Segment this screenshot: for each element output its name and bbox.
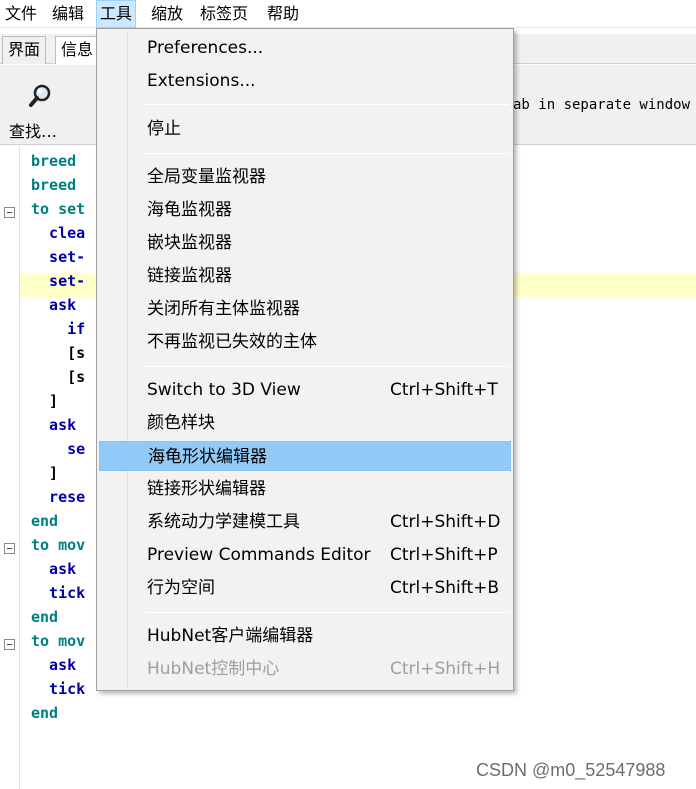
- code-line[interactable]: end: [31, 509, 58, 533]
- menu-item-shortcut: Ctrl+Shift+B: [390, 578, 500, 598]
- menu-item-halt[interactable]: 停止: [99, 114, 511, 144]
- menu-item-shortcut: Ctrl+Shift+H: [390, 659, 501, 679]
- menu-item-behaviorspace[interactable]: 行为空间 Ctrl+Shift+B: [99, 573, 511, 603]
- menu-item-label: 海龟形状编辑器: [148, 447, 267, 467]
- menu-item-shortcut: Ctrl+Shift+D: [390, 512, 501, 532]
- menu-item-label: 不再监视已失效的主体: [147, 332, 317, 352]
- menu-item-close-monitors-dead-agents[interactable]: 不再监视已失效的主体: [99, 327, 511, 357]
- menu-zoom[interactable]: 缩放: [148, 0, 186, 28]
- menu-item-link-monitor[interactable]: 链接监视器: [99, 261, 511, 291]
- menu-edit[interactable]: 编辑: [49, 0, 87, 28]
- code-line[interactable]: ask: [31, 293, 76, 317]
- menu-item-label: HubNet控制中心: [147, 659, 280, 679]
- code-line[interactable]: breed: [31, 149, 76, 173]
- menu-item-label: Preview Commands Editor: [147, 545, 371, 565]
- menu-item-preferences[interactable]: Preferences...: [99, 33, 511, 63]
- menu-separator: [145, 612, 509, 613]
- menu-separator: [145, 104, 509, 105]
- menu-file[interactable]: 文件: [2, 0, 40, 28]
- code-line[interactable]: tick: [31, 581, 85, 605]
- code-line[interactable]: tick: [31, 677, 85, 701]
- find-label: 查找…: [9, 122, 58, 141]
- menu-item-hubnet-control-center: HubNet控制中心 Ctrl+Shift+H: [99, 654, 511, 684]
- menu-item-shortcut: Ctrl+Shift+P: [390, 545, 498, 565]
- separate-window-label: ab in separate window: [513, 97, 691, 113]
- code-line[interactable]: clea: [31, 221, 85, 245]
- code-line[interactable]: ]: [31, 389, 58, 413]
- menu-item-label: 颜色样块: [147, 413, 215, 433]
- code-line[interactable]: to mov: [31, 629, 85, 653]
- menu-separator: [145, 153, 509, 154]
- code-line[interactable]: to set: [31, 197, 85, 221]
- find-button[interactable]: 查找…: [4, 73, 64, 141]
- code-line[interactable]: if: [31, 317, 85, 341]
- fold-toggle-icon[interactable]: [4, 543, 15, 554]
- menu-item-label: 行为空间: [147, 578, 215, 598]
- fold-toggle-icon[interactable]: [4, 639, 15, 650]
- code-line[interactable]: set-: [31, 269, 85, 293]
- menu-item-system-dynamics-modeler[interactable]: 系统动力学建模工具 Ctrl+Shift+D: [99, 507, 511, 537]
- code-line[interactable]: ask: [31, 413, 76, 437]
- magnifier-icon: [29, 84, 51, 107]
- menu-item-label: Switch to 3D View: [147, 380, 301, 400]
- tab-info[interactable]: 信息: [55, 36, 100, 64]
- menu-item-extensions[interactable]: Extensions...: [99, 66, 511, 96]
- menu-item-label: Preferences...: [147, 38, 264, 58]
- fold-toggle-icon[interactable]: [4, 207, 15, 218]
- menu-item-label: Extensions...: [147, 71, 256, 91]
- editor-gutter: [0, 146, 20, 789]
- code-line[interactable]: rese: [31, 485, 85, 509]
- menu-item-shortcut: Ctrl+Shift+T: [390, 380, 498, 400]
- menu-item-label: HubNet客户端编辑器: [147, 626, 314, 646]
- menu-item-label: 关闭所有主体监视器: [147, 299, 300, 319]
- code-line[interactable]: to mov: [31, 533, 85, 557]
- menu-tools[interactable]: 工具: [96, 0, 137, 28]
- code-line[interactable]: se: [31, 437, 85, 461]
- menu-help[interactable]: 帮助: [264, 0, 302, 28]
- menu-item-label: 停止: [147, 119, 181, 139]
- menu-bar: 文件 编辑 工具 缩放 标签页 帮助: [0, 0, 696, 28]
- code-line[interactable]: end: [31, 605, 58, 629]
- code-line[interactable]: ask: [31, 653, 76, 677]
- menu-item-close-all-agent-monitors[interactable]: 关闭所有主体监视器: [99, 294, 511, 324]
- code-line[interactable]: breed: [31, 173, 76, 197]
- menu-item-preview-commands-editor[interactable]: Preview Commands Editor Ctrl+Shift+P: [99, 540, 511, 570]
- code-line[interactable]: [s: [31, 365, 85, 389]
- menu-item-patch-monitor[interactable]: 嵌块监视器: [99, 228, 511, 258]
- menu-item-globals-monitor[interactable]: 全局变量监视器: [99, 162, 511, 192]
- menu-item-turtle-monitor[interactable]: 海龟监视器: [99, 195, 511, 225]
- menu-item-link-shapes-editor[interactable]: 链接形状编辑器: [99, 474, 511, 504]
- tools-menu: Preferences... Extensions... 停止 全局变量监视器 …: [96, 28, 514, 691]
- code-line[interactable]: end: [31, 701, 58, 725]
- menu-item-color-swatches[interactable]: 颜色样块: [99, 408, 511, 438]
- menu-item-label: 链接形状编辑器: [147, 479, 266, 499]
- menu-separator: [145, 366, 509, 367]
- menu-item-label: 系统动力学建模工具: [147, 512, 300, 532]
- watermark: CSDN @m0_52547988: [476, 760, 666, 780]
- menu-tabs[interactable]: 标签页: [197, 0, 251, 28]
- menu-item-hubnet-client-editor[interactable]: HubNet客户端编辑器: [99, 621, 511, 651]
- menu-item-label: 链接监视器: [147, 266, 232, 286]
- code-line[interactable]: set-: [31, 245, 85, 269]
- menu-item-label: 全局变量监视器: [147, 167, 266, 187]
- tab-interface[interactable]: 界面: [2, 36, 47, 64]
- code-line[interactable]: ]: [31, 461, 58, 485]
- menu-item-label: 海龟监视器: [147, 200, 232, 220]
- menu-item-turtle-shapes-editor[interactable]: 海龟形状编辑器: [99, 441, 511, 471]
- menu-item-switch-3d-view[interactable]: Switch to 3D View Ctrl+Shift+T: [99, 375, 511, 405]
- menu-item-label: 嵌块监视器: [147, 233, 232, 253]
- code-line[interactable]: ask: [31, 557, 76, 581]
- code-line[interactable]: [s: [31, 341, 85, 365]
